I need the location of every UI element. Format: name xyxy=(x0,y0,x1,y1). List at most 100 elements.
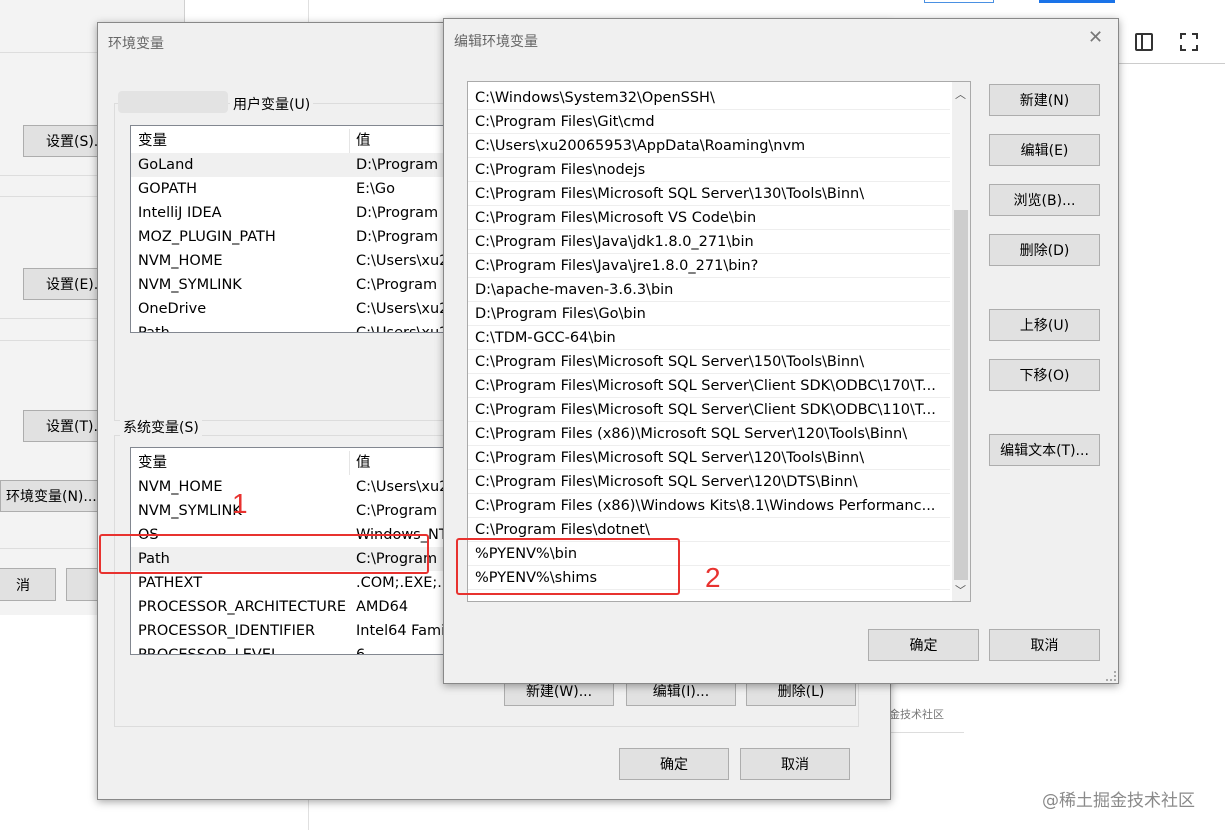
variable-value: D:\Program xyxy=(356,157,439,173)
table-row[interactable]: IntelliJ IDEA D:\Program xyxy=(131,201,459,225)
column-header-name[interactable]: 变量 xyxy=(131,451,167,475)
path-entry[interactable]: C:\Program Files (x86)\Windows Kits\8.1\… xyxy=(468,494,950,518)
browser-button[interactable] xyxy=(924,0,994,3)
path-entry-text: C:\Program Files\Microsoft VS Code\bin xyxy=(475,210,757,226)
path-entry[interactable]: C:\Program Files\Microsoft SQL Server\15… xyxy=(468,350,950,374)
table-row[interactable]: NVM_HOME C:\Users\xu2 xyxy=(131,475,459,499)
variable-value: D:\Program xyxy=(356,229,439,245)
path-entry[interactable]: C:\Program Files\Git\cmd xyxy=(468,110,950,134)
path-entry[interactable]: C:\Program Files (x86)\Microsoft SQL Ser… xyxy=(468,422,950,446)
path-entries-list[interactable]: C:\Windows\System32\OpenSSH\ C:\Program F… xyxy=(467,81,971,602)
annotation-marker-1: 1 xyxy=(232,488,248,519)
path-entry[interactable]: D:\apache-maven-3.6.3\bin xyxy=(468,278,950,302)
table-row[interactable]: GoLand D:\Program xyxy=(131,153,459,177)
variable-name: NVM_HOME xyxy=(138,253,223,269)
path-entry[interactable]: C:\Program Files\Microsoft SQL Server\12… xyxy=(468,470,950,494)
path-entry[interactable]: C:\Users\xu20065953\AppData\Roaming\nvm xyxy=(468,134,950,158)
delete-entry-button[interactable]: 删除(D) xyxy=(989,234,1100,266)
table-row[interactable]: NVM_HOME C:\Users\xu2 xyxy=(131,249,459,273)
table-row[interactable]: PROCESSOR_IDENTIFIER Intel64 Fami xyxy=(131,619,459,643)
variable-name: PROCESSOR_LEVEL xyxy=(138,647,280,655)
path-entry-text: C:\Users\xu20065953\AppData\Roaming\nvm xyxy=(475,138,806,154)
path-entry[interactable]: C:\Program Files\Java\jre1.8.0_271\bin? xyxy=(468,254,950,278)
path-entry-text: C:\Program Files\Java\jre1.8.0_271\bin? xyxy=(475,258,759,274)
scrollbar-thumb[interactable] xyxy=(954,210,968,580)
path-entry-text: C:\Program Files\Microsoft SQL Server\13… xyxy=(475,186,865,202)
table-row[interactable]: MOZ_PLUGIN_PATH D:\Program xyxy=(131,225,459,249)
move-down-button[interactable]: 下移(O) xyxy=(989,359,1100,391)
path-entry[interactable]: C:\Program Files\Microsoft VS Code\bin xyxy=(468,206,950,230)
variable-name: PATHEXT xyxy=(138,575,203,591)
edit-entry-button[interactable]: 编辑(E) xyxy=(989,134,1100,166)
path-entry[interactable]: C:\TDM-GCC-64\bin xyxy=(468,326,950,350)
table-row[interactable]: PATHEXT .COM;.EXE;.B xyxy=(131,571,459,595)
variable-name: NVM_SYMLINK xyxy=(138,277,242,293)
close-icon[interactable]: ✕ xyxy=(1088,27,1103,48)
annotation-marker-2: 2 xyxy=(705,562,721,593)
variable-name: PROCESSOR_ARCHITECTURE xyxy=(138,599,347,615)
variable-name: IntelliJ IDEA xyxy=(138,205,222,221)
user-variables-list[interactable]: 变量 值 GoLand D:\Program GOPATH E:\Go Intell… xyxy=(130,125,460,333)
browser-button[interactable] xyxy=(1039,0,1115,3)
path-entry[interactable]: C:\Program Files\Java\jdk1.8.0_271\bin xyxy=(468,230,950,254)
path-entry-text: D:\apache-maven-3.6.3\bin xyxy=(475,282,674,298)
path-entry[interactable]: C:\Program Files\Microsoft SQL Server\13… xyxy=(468,182,950,206)
path-entry[interactable]: D:\Program Files\Go\bin xyxy=(468,302,950,326)
list-header: 变量 值 xyxy=(131,451,459,475)
column-header-value[interactable]: 值 xyxy=(349,129,371,153)
variable-name: MOZ_PLUGIN_PATH xyxy=(138,229,276,245)
variable-name: NVM_SYMLINK xyxy=(138,503,242,519)
path-entry-text: C:\Program Files (x86)\Windows Kits\8.1\… xyxy=(475,498,936,514)
table-row[interactable]: Path C:\Users\xu2 xyxy=(131,321,459,333)
table-row[interactable]: PROCESSOR_ARCHITECTURE AMD64 xyxy=(131,595,459,619)
path-entry[interactable]: C:\Program Files\Microsoft SQL Server\Cl… xyxy=(468,398,950,422)
dialog-title: 编辑环境变量 xyxy=(454,34,538,50)
resize-grip-icon[interactable] xyxy=(1106,671,1116,681)
new-entry-button[interactable]: 新建(N) xyxy=(989,84,1100,116)
sidebar-icon[interactable] xyxy=(1135,33,1153,51)
path-entry-text: C:\Program Files\Microsoft SQL Server\Cl… xyxy=(475,402,936,418)
edit-text-button[interactable]: 编辑文本(T)... xyxy=(989,434,1100,466)
table-row[interactable]: OneDrive C:\Users\xu2 xyxy=(131,297,459,321)
path-entry[interactable]: C:\Windows\System32\OpenSSH\ xyxy=(468,86,950,110)
table-row[interactable]: PROCESSOR_LEVEL 6 xyxy=(131,643,459,655)
column-header-name[interactable]: 变量 xyxy=(131,129,167,153)
variable-value: C:\Program xyxy=(356,277,438,293)
path-entry-text: C:\Program Files\Git\cmd xyxy=(475,114,655,130)
variable-name: NVM_HOME xyxy=(138,479,223,495)
variable-value: D:\Program xyxy=(356,205,439,221)
system-variables-label: 系统变量(S) xyxy=(120,417,202,437)
variable-name: OneDrive xyxy=(138,301,207,317)
variable-name: Path xyxy=(138,325,170,333)
user-variables-label: 用户变量(U) xyxy=(230,94,314,114)
path-entry-text: C:\Program Files\Microsoft SQL Server\12… xyxy=(475,450,865,466)
variable-value: C:\Users\xu2 xyxy=(356,301,449,317)
variable-value: AMD64 xyxy=(356,599,409,615)
browse-button[interactable]: 浏览(B)... xyxy=(989,184,1100,216)
ok-button[interactable]: 确定 xyxy=(619,748,729,780)
variable-value: Intel64 Fami xyxy=(356,623,446,639)
variable-value: C:\Users\xu2 xyxy=(356,479,449,495)
cancel-button[interactable]: 取消 xyxy=(740,748,850,780)
move-up-button[interactable]: 上移(U) xyxy=(989,309,1100,341)
path-entry[interactable]: C:\Program Files\Microsoft SQL Server\Cl… xyxy=(468,374,950,398)
variable-value: C:\Program xyxy=(356,503,438,519)
cancel-button[interactable]: 取消 xyxy=(989,629,1100,661)
path-entry-text: C:\Program Files\nodejs xyxy=(475,162,646,178)
path-entry[interactable]: C:\Program Files\Microsoft SQL Server\12… xyxy=(468,446,950,470)
path-entry-text: C:\Program Files\Microsoft SQL Server\12… xyxy=(475,474,858,490)
table-row[interactable]: NVM_SYMLINK C:\Program xyxy=(131,499,459,523)
column-header-value[interactable]: 值 xyxy=(349,451,371,475)
scroll-down-icon[interactable]: ﹀ xyxy=(955,582,966,598)
ok-button[interactable]: 确定 xyxy=(868,629,979,661)
list-header: 变量 值 xyxy=(131,129,459,153)
path-entry[interactable]: C:\Program Files\nodejs xyxy=(468,158,950,182)
variable-value: C:\Users\xu2 xyxy=(356,253,449,269)
table-row[interactable]: NVM_SYMLINK C:\Program xyxy=(131,273,459,297)
scroll-up-icon[interactable]: ︿ xyxy=(955,86,966,102)
scrollbar[interactable]: ︿ ﹀ xyxy=(952,82,970,601)
background-cancel-button[interactable]: 消 xyxy=(0,568,56,601)
fullscreen-icon[interactable] xyxy=(1180,33,1198,51)
variable-name: PROCESSOR_IDENTIFIER xyxy=(138,623,316,639)
table-row[interactable]: GOPATH E:\Go xyxy=(131,177,459,201)
